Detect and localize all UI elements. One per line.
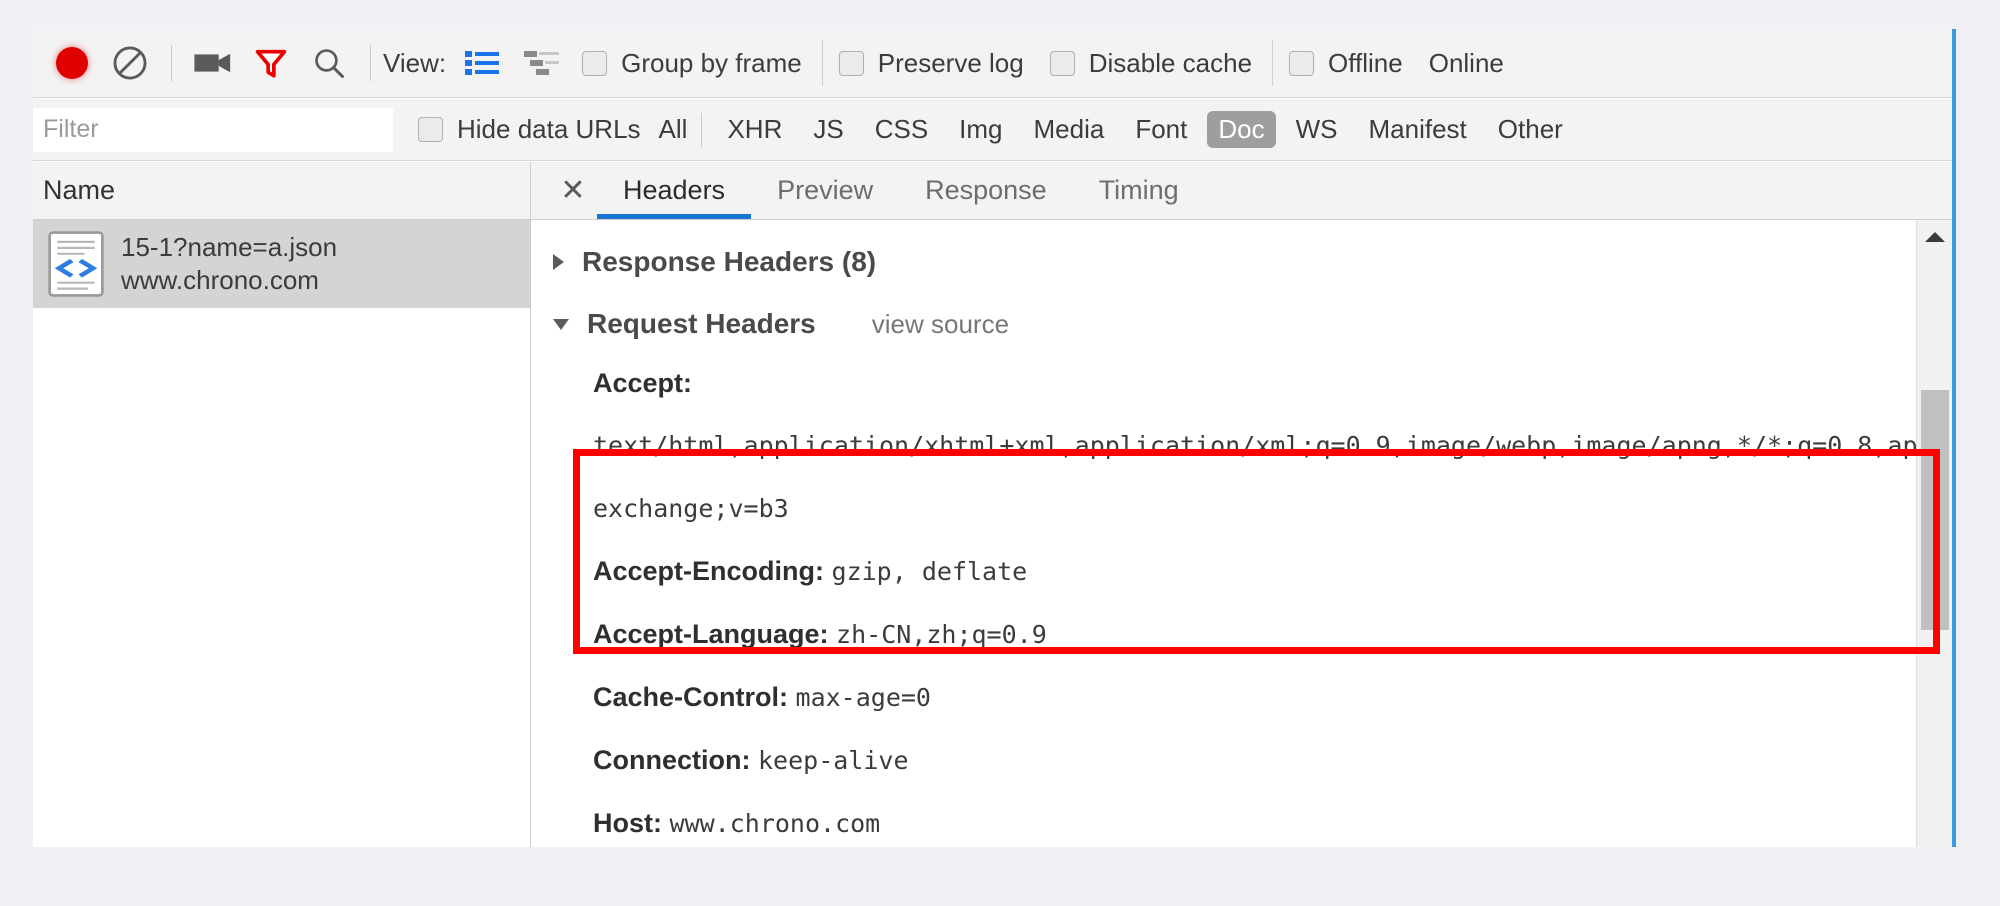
detail-tabbar: ✕ Headers Preview Response Timing bbox=[531, 162, 1952, 220]
chevron-right-icon bbox=[553, 254, 564, 270]
list-view-icon bbox=[465, 49, 499, 77]
filter-type-img[interactable]: Img bbox=[948, 111, 1013, 148]
offline-box[interactable] bbox=[1289, 51, 1314, 76]
network-body: Name 15-1?name=a.json bbox=[33, 162, 1952, 847]
offline-label: Offline bbox=[1328, 48, 1403, 79]
network-toolbar: View: bbox=[33, 29, 1952, 98]
devtools-window: View: bbox=[33, 29, 1956, 847]
filter-type-xhr[interactable]: XHR bbox=[716, 111, 793, 148]
filter-type-manifest[interactable]: Manifest bbox=[1358, 111, 1478, 148]
filter-type-divider bbox=[701, 113, 702, 147]
network-filter-bar: Hide data URLs All XHR JS CSS Img Media … bbox=[33, 99, 1952, 161]
clear-icon bbox=[111, 44, 149, 82]
header-value: keep-alive bbox=[758, 746, 909, 775]
preserve-log-checkbox[interactable]: Preserve log bbox=[839, 48, 1024, 79]
waterfall-view-icon bbox=[524, 49, 560, 77]
record-dot-icon bbox=[56, 47, 88, 79]
header-key: Accept-Encoding: bbox=[593, 556, 824, 586]
requests-list-panel: Name 15-1?name=a.json bbox=[33, 162, 531, 847]
header-value: zh-CN,zh;q=0.9 bbox=[836, 620, 1047, 649]
header-row-cache-control: Cache-Control: max-age=0 bbox=[531, 666, 1952, 729]
column-header-name[interactable]: Name bbox=[43, 175, 115, 206]
toolbar-divider-4 bbox=[1272, 40, 1273, 86]
disable-cache-checkbox[interactable]: Disable cache bbox=[1050, 48, 1252, 79]
filter-type-all[interactable]: All bbox=[659, 114, 688, 145]
tab-headers[interactable]: Headers bbox=[597, 162, 751, 219]
list-item-texts: 15-1?name=a.json www.chrono.com bbox=[121, 232, 337, 296]
filter-input[interactable] bbox=[33, 108, 393, 152]
scroll-thumb[interactable] bbox=[1921, 390, 1949, 630]
group-by-frame-checkbox[interactable]: Group by frame bbox=[582, 48, 802, 79]
header-row-accept-language: Accept-Language: zh-CN,zh;q=0.9 bbox=[531, 603, 1952, 666]
hide-data-urls-label: Hide data URLs bbox=[457, 114, 641, 145]
request-headers-title: Request Headers bbox=[587, 308, 816, 340]
header-row-connection: Connection: keep-alive bbox=[531, 729, 1952, 792]
tab-preview[interactable]: Preview bbox=[751, 162, 899, 219]
search-icon bbox=[312, 46, 346, 80]
chevron-down-icon bbox=[553, 319, 569, 330]
request-headers-section[interactable]: Request Headers view source bbox=[531, 296, 1952, 352]
view-waterfall-button[interactable] bbox=[520, 44, 564, 82]
filter-type-css[interactable]: CSS bbox=[864, 111, 939, 148]
request-name: 15-1?name=a.json bbox=[121, 232, 337, 263]
view-source-link[interactable]: view source bbox=[872, 309, 1009, 340]
header-value: max-age=0 bbox=[796, 683, 931, 712]
tab-timing[interactable]: Timing bbox=[1073, 162, 1205, 219]
filter-button[interactable] bbox=[242, 34, 300, 92]
header-value: text/html,application/xhtml+xml,applicat… bbox=[593, 431, 1952, 523]
hide-data-urls-checkbox[interactable]: Hide data URLs bbox=[418, 114, 641, 145]
screenshot-root: View: bbox=[0, 0, 2000, 906]
header-row-accept: Accept: text/html,application/xhtml+xml,… bbox=[531, 352, 1952, 540]
filter-type-font[interactable]: Font bbox=[1124, 111, 1198, 148]
group-by-frame-box[interactable] bbox=[582, 51, 607, 76]
response-headers-title: Response Headers (8) bbox=[582, 246, 876, 278]
toolbar-divider-3 bbox=[822, 40, 823, 86]
record-button[interactable] bbox=[43, 34, 101, 92]
request-detail-panel: ✕ Headers Preview Response Timing Respon… bbox=[531, 162, 1952, 847]
capture-screenshots-button[interactable] bbox=[184, 34, 242, 92]
online-label[interactable]: Online bbox=[1429, 48, 1504, 79]
camera-icon bbox=[193, 49, 233, 77]
clear-button[interactable] bbox=[101, 34, 159, 92]
tab-response[interactable]: Response bbox=[899, 162, 1073, 219]
disable-cache-label: Disable cache bbox=[1089, 48, 1252, 79]
response-headers-section[interactable]: Response Headers (8) bbox=[531, 234, 1952, 290]
filter-type-doc[interactable]: Doc bbox=[1207, 111, 1275, 148]
headers-content: Response Headers (8) Request Headers vie… bbox=[531, 220, 1952, 847]
detail-vertical-scrollbar[interactable] bbox=[1916, 220, 1952, 847]
header-value: www.chrono.com bbox=[670, 809, 881, 838]
requests-list-header: Name bbox=[33, 162, 530, 220]
view-list-button[interactable] bbox=[460, 44, 504, 82]
preserve-log-box[interactable] bbox=[839, 51, 864, 76]
filter-type-media[interactable]: Media bbox=[1023, 111, 1116, 148]
header-key: Accept: bbox=[593, 368, 692, 398]
request-host: www.chrono.com bbox=[121, 265, 337, 296]
header-value: gzip, deflate bbox=[832, 557, 1028, 586]
group-by-frame-label: Group by frame bbox=[621, 48, 802, 79]
filter-type-js[interactable]: JS bbox=[802, 111, 854, 148]
table-row[interactable]: 15-1?name=a.json www.chrono.com bbox=[33, 220, 530, 308]
filter-type-other[interactable]: Other bbox=[1487, 111, 1574, 148]
scroll-up-arrow-icon[interactable] bbox=[1917, 220, 1952, 254]
toolbar-divider-1 bbox=[171, 45, 172, 81]
filter-funnel-icon bbox=[254, 46, 288, 80]
preserve-log-label: Preserve log bbox=[878, 48, 1024, 79]
scroll-up-arrow-glyph bbox=[1923, 229, 1947, 245]
search-button[interactable] bbox=[300, 34, 358, 92]
offline-checkbox[interactable]: Offline bbox=[1289, 48, 1403, 79]
header-key: Cache-Control: bbox=[593, 682, 788, 712]
header-key: Connection: bbox=[593, 745, 750, 775]
view-label: View: bbox=[383, 48, 446, 79]
toolbar-divider-2 bbox=[370, 45, 371, 81]
header-row-accept-encoding: Accept-Encoding: gzip, deflate bbox=[531, 540, 1952, 603]
header-key: Host: bbox=[593, 808, 662, 838]
document-code-icon bbox=[47, 230, 105, 298]
header-key: Accept-Language: bbox=[593, 619, 829, 649]
header-row-host: Host: www.chrono.com bbox=[531, 792, 1952, 847]
disable-cache-box[interactable] bbox=[1050, 51, 1075, 76]
hide-data-urls-box[interactable] bbox=[418, 117, 443, 142]
filter-type-ws[interactable]: WS bbox=[1285, 111, 1349, 148]
close-icon[interactable]: ✕ bbox=[549, 162, 597, 219]
